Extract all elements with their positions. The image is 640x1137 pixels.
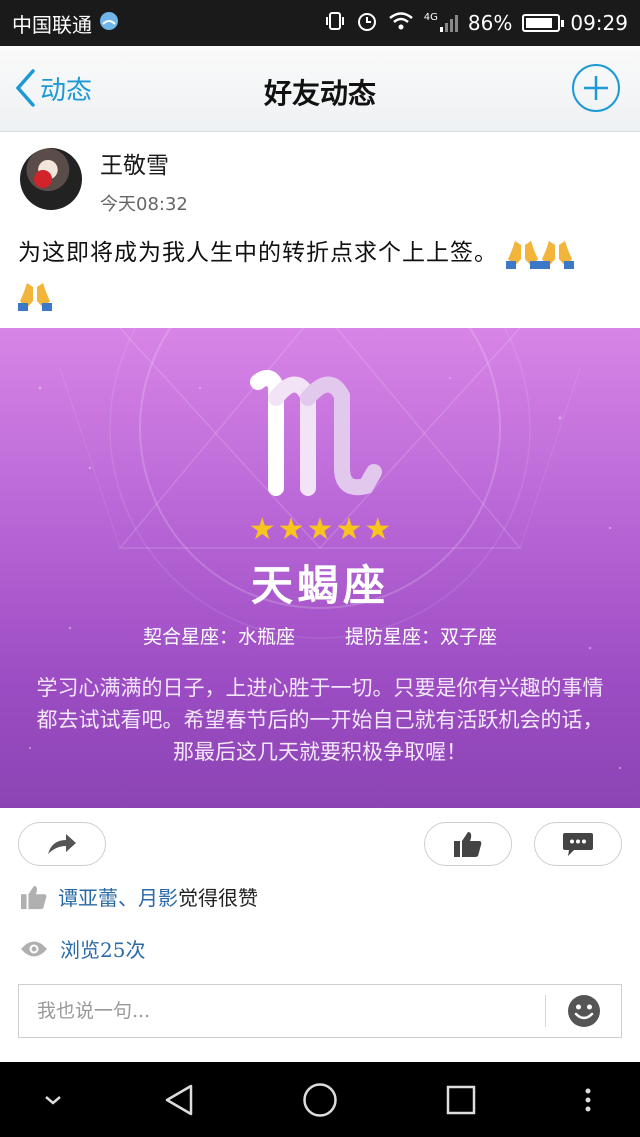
- folded-hands-icon: [540, 239, 575, 269]
- more-vertical-icon: [585, 1088, 591, 1111]
- more-nav-button[interactable]: [560, 1062, 616, 1137]
- signal-icon: [439, 14, 458, 32]
- divider: [545, 995, 546, 1027]
- view-count-text: 浏览25次: [60, 938, 146, 962]
- alarm-icon: [356, 10, 378, 37]
- system-nav-bar: [0, 1062, 640, 1137]
- match-sign: 契合星座：水瓶座: [142, 626, 295, 648]
- star-icon: ★: [248, 512, 276, 547]
- square-recents-icon: [446, 1085, 476, 1114]
- thumbs-up-icon: [21, 885, 47, 909]
- triangle-back-icon: [165, 1084, 193, 1115]
- star-icon: ★: [335, 512, 363, 547]
- weather-icon: [98, 10, 120, 37]
- post-text: 为这即将成为我人生中的转折点求个上上签。: [18, 232, 624, 316]
- horoscope-description: 学习心满满的日子，上进心胜于一切。只要是你有兴趣的事情都去试试看吧。希望春节后的…: [36, 676, 604, 764]
- post-time: 今天08:32: [100, 194, 188, 215]
- scorpio-glyph-icon: [250, 369, 382, 496]
- comment-button[interactable]: [534, 822, 622, 866]
- thumbs-up-icon: [454, 832, 482, 857]
- add-button[interactable]: [572, 64, 620, 112]
- share-arrow-icon: [48, 834, 76, 854]
- vibrate-icon: [324, 10, 346, 37]
- circle-home-icon: [303, 1082, 337, 1117]
- clock: 09:29: [570, 11, 628, 35]
- author-name[interactable]: 王敬雪: [100, 146, 169, 180]
- eye-icon: [21, 941, 47, 956]
- carrier: 中国联通: [12, 9, 120, 38]
- action-row: [0, 808, 640, 880]
- battery-icon: [522, 14, 565, 32]
- sign-compatibility: 契合星座：水瓶座 提防星座：双子座: [0, 622, 640, 649]
- sign-name: 天蝎座: [250, 561, 389, 610]
- page-title: 好友动态: [263, 77, 376, 110]
- star-icon: ★: [306, 512, 334, 547]
- network-type: 4G: [423, 11, 438, 23]
- smiley-icon: [568, 995, 600, 1027]
- carrier-name: 中国联通: [12, 12, 92, 37]
- like-button[interactable]: [424, 822, 512, 866]
- battery-percent: 86%: [467, 11, 513, 35]
- avatar[interactable]: [20, 148, 82, 210]
- comment-input[interactable]: [19, 985, 545, 1037]
- folded-hands-icon: [506, 239, 541, 269]
- liked-suffix: 觉得很赞: [178, 886, 258, 910]
- view-count: 浏览25次: [20, 934, 145, 963]
- wifi-icon: [388, 11, 414, 36]
- emoji-button[interactable]: [567, 994, 601, 1028]
- back-nav-button[interactable]: [146, 1062, 212, 1137]
- nav-bar: 动态 好友动态: [0, 46, 640, 132]
- comment-box: [18, 984, 622, 1038]
- hide-nav-button[interactable]: [20, 1062, 86, 1137]
- share-button[interactable]: [18, 822, 106, 866]
- likes-summary: 谭亚蕾、月影觉得很赞: [20, 882, 258, 911]
- post-text-body: 为这即将成为我人生中的转折点求个上上签。: [18, 240, 498, 266]
- chevron-down-icon: [45, 1095, 61, 1105]
- home-nav-button[interactable]: [287, 1062, 353, 1137]
- horoscope-card[interactable]: ★★★★★ 天蝎座 契合星座：水瓶座 提防星座：双子座 学习心满满的日子，上进心…: [0, 328, 640, 808]
- star-icon: ★: [277, 512, 305, 547]
- beware-sign: 提防星座：双子座: [345, 626, 498, 648]
- chat-bubble-icon: [563, 833, 593, 856]
- status-bar: 中国联通 4G 86% 09:29: [0, 0, 640, 46]
- rating-stars: ★★★★★: [0, 512, 640, 547]
- liked-by-names[interactable]: 谭亚蕾、月影: [58, 886, 178, 910]
- star-icon: ★: [364, 512, 392, 547]
- plus-icon: [584, 76, 608, 100]
- recents-nav-button[interactable]: [428, 1062, 494, 1137]
- folded-hands-icon: [18, 281, 52, 311]
